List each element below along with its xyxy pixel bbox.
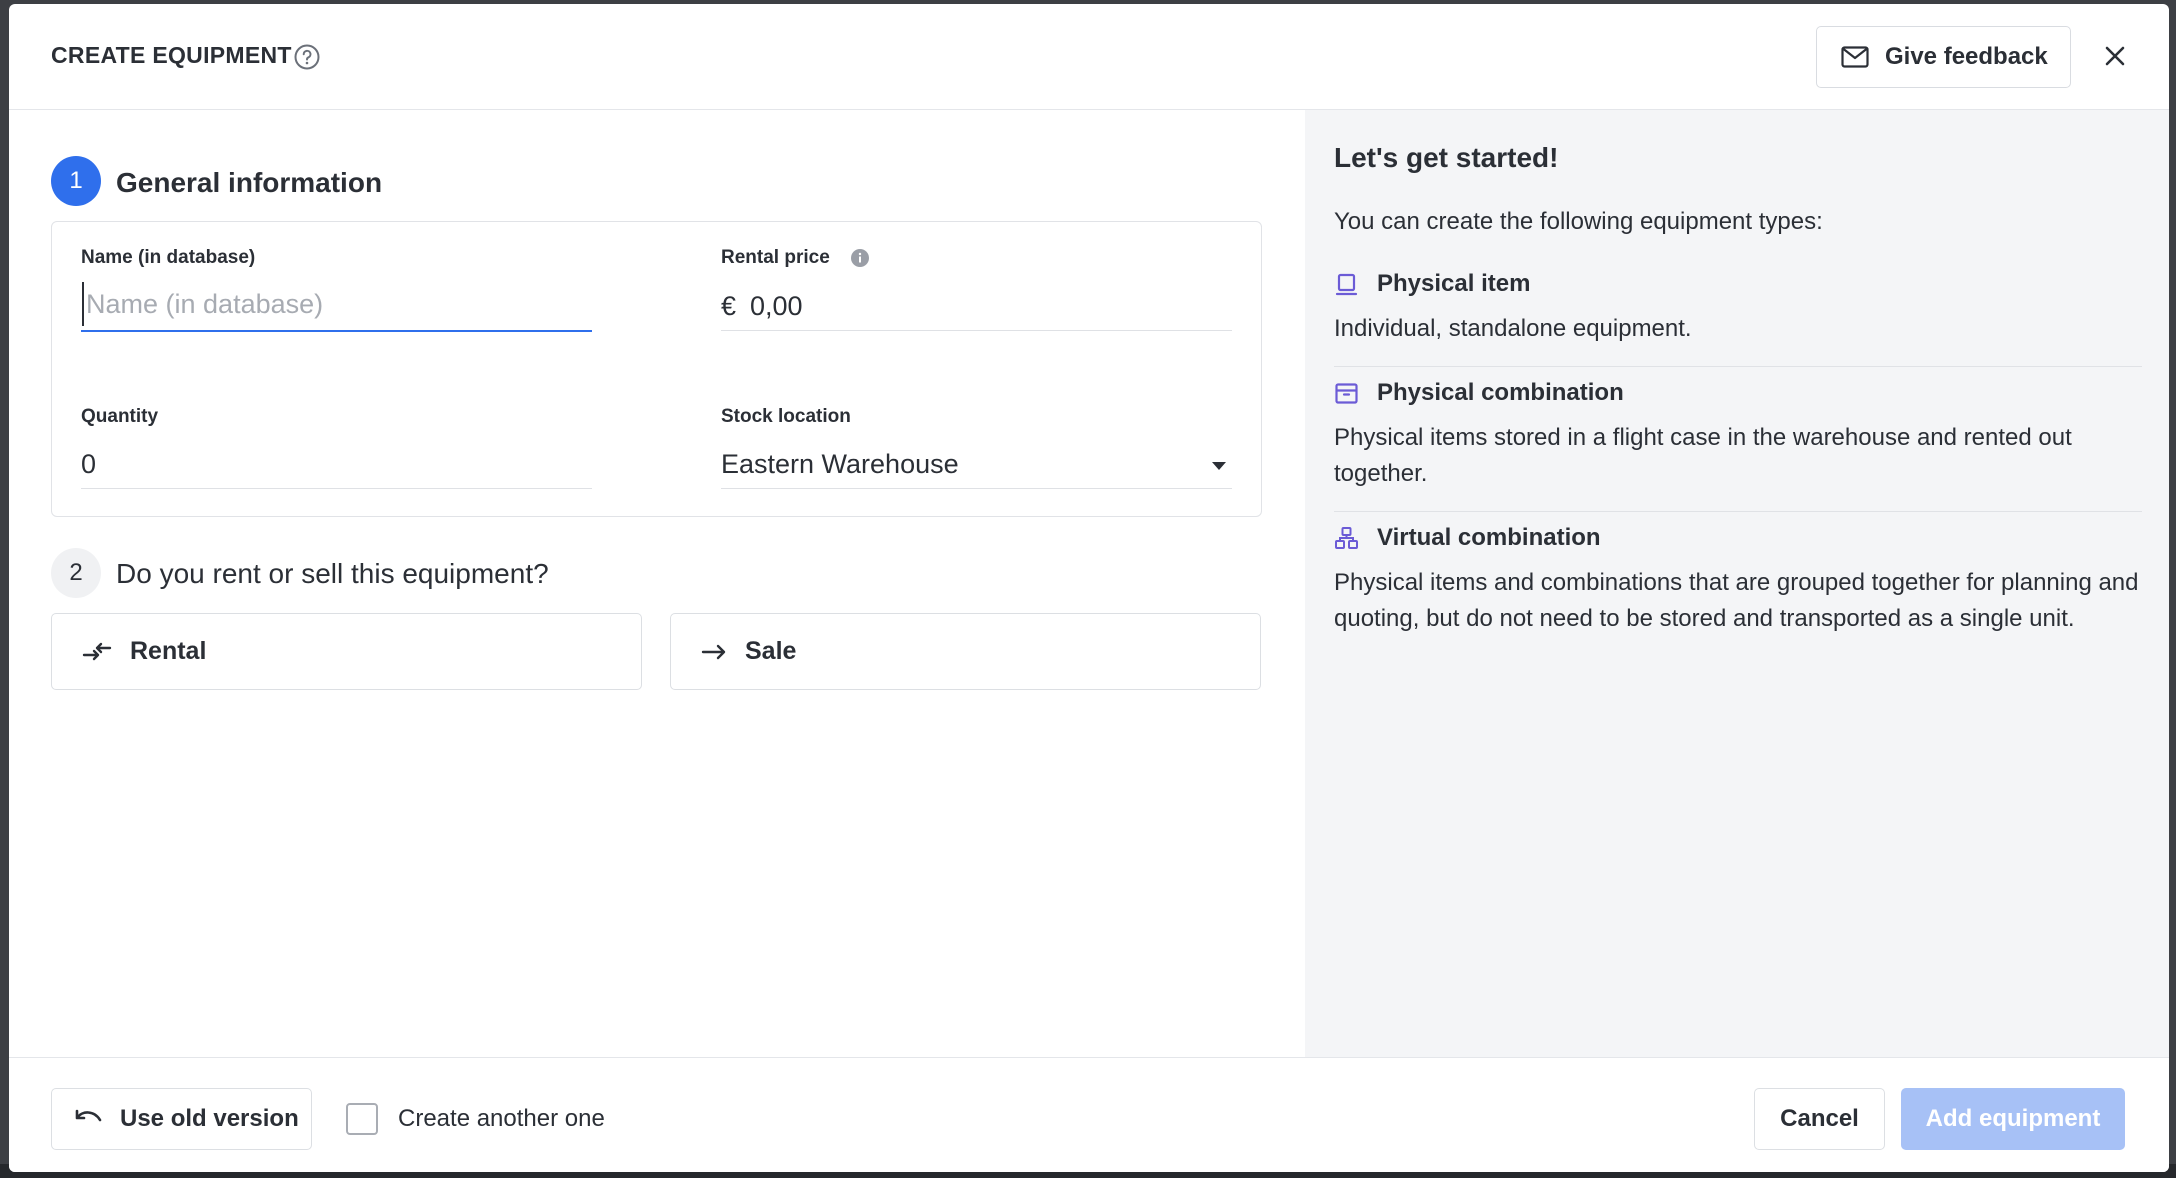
use-old-version-label: Use old version (120, 1105, 299, 1132)
virtual-combination-icon (1335, 526, 1358, 549)
sale-option-label: Sale (745, 637, 797, 665)
form-column: 1 General information Name (in database)… (9, 110, 1305, 1057)
rental-price-label: Rental price (721, 247, 830, 268)
rental-price-underline (721, 330, 1232, 331)
step-number-badge: 1 (51, 156, 101, 206)
info-icon[interactable] (851, 249, 869, 267)
add-equipment-button[interactable]: Add equipment (1901, 1088, 2125, 1150)
close-icon[interactable] (2100, 41, 2130, 71)
undo-icon (75, 1109, 102, 1122)
dialog-title: CREATE EQUIPMENT (51, 42, 292, 68)
stock-location-select[interactable]: Eastern Warehouse (721, 449, 959, 480)
equipment-type-title: Physical combination (1377, 379, 1624, 406)
create-another-label[interactable]: Create another one (398, 1105, 605, 1133)
stock-location-underline (721, 488, 1232, 489)
stock-location-label: Stock location (721, 406, 851, 427)
rental-price-input[interactable]: 0,00 (750, 291, 803, 322)
equipment-type-physical-item: Physical item Individual, standalone equ… (1334, 267, 2142, 347)
use-old-version-button[interactable]: Use old version (51, 1088, 312, 1150)
create-equipment-dialog: CREATE EQUIPMENT Give feedback 1 General… (9, 4, 2169, 1172)
equipment-type-description: Physical items and combinations that are… (1334, 569, 2139, 632)
dialog-header: CREATE EQUIPMENT Give feedback (9, 4, 2169, 110)
name-field-label: Name (in database) (81, 247, 256, 268)
equipment-type-description: Individual, standalone equipment. (1334, 315, 1692, 342)
give-feedback-button[interactable]: Give feedback (1816, 26, 2071, 88)
rental-option-button[interactable]: Rental (51, 613, 642, 690)
caret-down-icon[interactable] (1212, 462, 1226, 470)
name-input[interactable] (82, 282, 592, 326)
dialog-footer: Use old version Create another one Cance… (9, 1057, 2169, 1172)
physical-combination-icon (1335, 382, 1358, 404)
divider (1334, 511, 2142, 512)
help-circle-icon[interactable] (292, 42, 322, 72)
mail-icon (1841, 46, 1869, 68)
equipment-type-physical-combination: Physical combination Physical items stor… (1334, 376, 2142, 492)
equipment-type-description: Physical items stored in a flight case i… (1334, 424, 2072, 487)
currency-symbol: € (721, 291, 737, 321)
step-title-rent-or-sell: Do you rent or sell this equipment? (116, 558, 549, 589)
sidebar-heading: Let's get started! (1334, 142, 1559, 173)
equipment-type-title: Physical item (1377, 270, 1531, 297)
create-another-checkbox[interactable] (346, 1103, 378, 1135)
quantity-label: Quantity (81, 406, 159, 427)
name-input-underline (81, 330, 592, 332)
help-sidebar: Let's get started! You can create the fo… (1305, 110, 2169, 1057)
step-title-general-information: General information (116, 167, 383, 198)
rental-option-label: Rental (130, 637, 207, 665)
swap-arrows-icon (82, 642, 112, 660)
equipment-type-title: Virtual combination (1377, 524, 1601, 551)
sale-option-button[interactable]: Sale (670, 613, 1261, 690)
arrow-right-icon (701, 644, 726, 659)
give-feedback-label: Give feedback (1885, 43, 2048, 70)
equipment-type-virtual-combination: Virtual combination Physical items and c… (1334, 521, 2142, 637)
general-information-card: Name (in database) Rental price € 0,00 Q… (51, 221, 1262, 517)
quantity-underline (81, 488, 592, 489)
quantity-input[interactable]: 0 (81, 449, 96, 480)
divider (1334, 366, 2142, 367)
cancel-button[interactable]: Cancel (1754, 1088, 1885, 1150)
physical-item-icon (1335, 273, 1358, 295)
step-number-badge: 2 (51, 548, 101, 598)
sidebar-intro: You can create the following equipment t… (1334, 208, 1823, 235)
